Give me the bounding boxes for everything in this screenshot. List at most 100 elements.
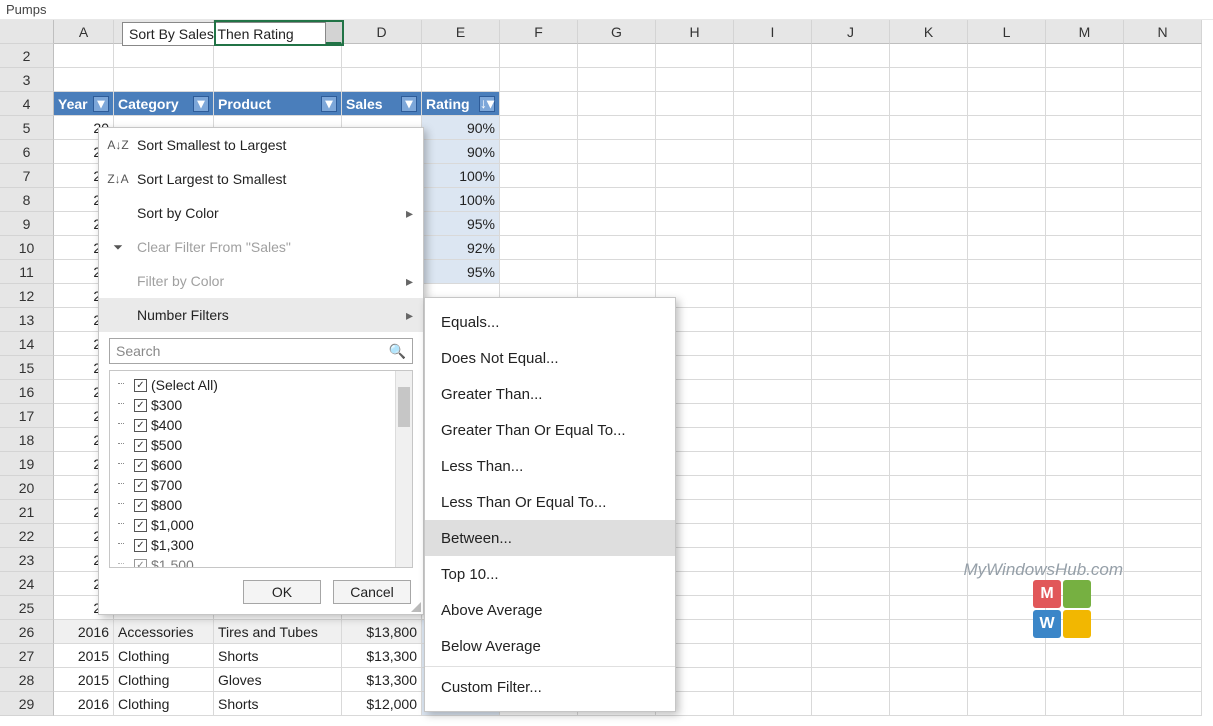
less-than-eq-item[interactable]: Less Than Or Equal To... xyxy=(425,484,675,520)
row-header[interactable]: 4 xyxy=(0,92,54,116)
col-header-N[interactable]: N xyxy=(1124,20,1202,44)
col-header-J[interactable]: J xyxy=(812,20,890,44)
checkbox-icon[interactable]: ✓ xyxy=(134,379,147,392)
row-header[interactable]: 29 xyxy=(0,692,54,716)
row-header[interactable]: 25 xyxy=(0,596,54,620)
autofilter-menu[interactable]: A↓Z Sort Smallest to Largest Z↓A Sort La… xyxy=(98,127,424,615)
row-header[interactable]: 21 xyxy=(0,500,54,524)
sort-ascending-item[interactable]: A↓Z Sort Smallest to Largest xyxy=(99,128,423,162)
checkbox-icon[interactable]: ✓ xyxy=(134,419,147,432)
row-header[interactable]: 14 xyxy=(0,332,54,356)
row-header[interactable]: 26 xyxy=(0,620,54,644)
checkbox-icon[interactable]: ✓ xyxy=(134,399,147,412)
equals-item[interactable]: Equals... xyxy=(425,304,675,340)
filter-value-item[interactable]: ✓$1,000 xyxy=(118,515,408,535)
cell[interactable] xyxy=(214,44,342,68)
filter-value-item[interactable]: ✓$1,300 xyxy=(118,535,408,555)
above-average-item[interactable]: Above Average xyxy=(425,592,675,628)
filter-dropdown-icon[interactable]: ▾ xyxy=(93,96,109,112)
values-scrollbar[interactable] xyxy=(395,371,412,567)
sort-descending-item[interactable]: Z↓A Sort Largest to Smallest xyxy=(99,162,423,196)
filter-value-item[interactable]: ✓$600 xyxy=(118,455,408,475)
number-filters-submenu[interactable]: Equals... Does Not Equal... Greater Than… xyxy=(424,297,676,712)
header-category[interactable]: Category▾ xyxy=(114,92,214,116)
row-header[interactable]: 28 xyxy=(0,668,54,692)
header-product[interactable]: Product▾ xyxy=(214,92,342,116)
checkbox-icon[interactable]: ✓ xyxy=(134,459,147,472)
cell[interactable] xyxy=(54,44,114,68)
ok-button[interactable]: OK xyxy=(243,580,321,604)
filter-value-item[interactable]: ✓(Select All) xyxy=(118,375,408,395)
col-header-D[interactable]: D xyxy=(342,20,422,44)
row-header[interactable]: 8 xyxy=(0,188,54,212)
header-sales[interactable]: Sales▾ xyxy=(342,92,422,116)
filter-value-item[interactable]: ✓$700 xyxy=(118,475,408,495)
row-header[interactable]: 2 xyxy=(0,44,54,68)
row-header[interactable]: 20 xyxy=(0,476,54,500)
checkbox-icon[interactable]: ✓ xyxy=(134,499,147,512)
not-equal-item[interactable]: Does Not Equal... xyxy=(425,340,675,376)
row-header[interactable]: 17 xyxy=(0,404,54,428)
between-item[interactable]: Between... xyxy=(425,520,675,556)
filter-dropdown-icon[interactable]: ▾ xyxy=(401,96,417,112)
cancel-button[interactable]: Cancel xyxy=(333,580,411,604)
cell-rating[interactable]: 90% xyxy=(422,116,500,140)
col-header-M[interactable]: M xyxy=(1046,20,1124,44)
below-average-item[interactable]: Below Average xyxy=(425,628,675,664)
row-header[interactable]: 3 xyxy=(0,68,54,92)
filter-value-item[interactable]: ✓$400 xyxy=(118,415,408,435)
row-header[interactable]: 24 xyxy=(0,572,54,596)
filter-value-item[interactable]: ✓$800 xyxy=(118,495,408,515)
row-header[interactable]: 5 xyxy=(0,116,54,140)
col-header-F[interactable]: F xyxy=(500,20,578,44)
filter-search-input[interactable]: Search 🔍 xyxy=(109,338,413,364)
resize-grip-icon[interactable] xyxy=(411,602,421,612)
row-header[interactable]: 19 xyxy=(0,452,54,476)
cell[interactable] xyxy=(342,44,422,68)
checkbox-icon[interactable]: ✓ xyxy=(134,519,147,532)
filter-value-item[interactable]: ✓$1,500 xyxy=(118,555,408,568)
col-header-H[interactable]: H xyxy=(656,20,734,44)
less-than-item[interactable]: Less Than... xyxy=(425,448,675,484)
filter-dropdown-icon[interactable]: ▾ xyxy=(193,96,209,112)
row-header[interactable]: 13 xyxy=(0,308,54,332)
row-header[interactable]: 23 xyxy=(0,548,54,572)
row-header[interactable]: 11 xyxy=(0,260,54,284)
row-header[interactable]: 9 xyxy=(0,212,54,236)
greater-than-eq-item[interactable]: Greater Than Or Equal To... xyxy=(425,412,675,448)
row-header[interactable]: 6 xyxy=(0,140,54,164)
header-year[interactable]: Year▾ xyxy=(54,92,114,116)
cell[interactable] xyxy=(114,44,214,68)
row-header[interactable]: 10 xyxy=(0,236,54,260)
col-header-E[interactable]: E xyxy=(422,20,500,44)
sort-button-cell[interactable]: Sort By Sales Then Rating xyxy=(122,22,326,46)
row-header[interactable]: 16 xyxy=(0,380,54,404)
custom-filter-item[interactable]: Custom Filter... xyxy=(425,669,675,705)
checkbox-icon[interactable]: ✓ xyxy=(134,539,147,552)
col-header-I[interactable]: I xyxy=(734,20,812,44)
number-filters-item[interactable]: Number Filters ▸ xyxy=(99,298,423,332)
row-header[interactable]: 18 xyxy=(0,428,54,452)
row-header[interactable]: 22 xyxy=(0,524,54,548)
filter-values-list[interactable]: ✓(Select All) ✓$300 ✓$400 ✓$500 ✓$600 ✓$… xyxy=(109,370,413,568)
row-header[interactable]: 12 xyxy=(0,284,54,308)
filter-dropdown-icon[interactable]: ↓▾ xyxy=(479,96,495,112)
row-header[interactable]: 27 xyxy=(0,644,54,668)
top-10-item[interactable]: Top 10... xyxy=(425,556,675,592)
scrollbar-thumb[interactable] xyxy=(398,387,410,427)
col-header-A[interactable]: A xyxy=(54,20,114,44)
filter-value-item[interactable]: ✓$300 xyxy=(118,395,408,415)
select-all-corner[interactable] xyxy=(0,20,54,44)
filter-value-item[interactable]: ✓$500 xyxy=(118,435,408,455)
row-header[interactable]: 7 xyxy=(0,164,54,188)
col-header-L[interactable]: L xyxy=(968,20,1046,44)
greater-than-item[interactable]: Greater Than... xyxy=(425,376,675,412)
row-header[interactable]: 15 xyxy=(0,356,54,380)
checkbox-icon[interactable]: ✓ xyxy=(134,479,147,492)
header-rating[interactable]: Rating↓▾ xyxy=(422,92,500,116)
sort-by-color-item[interactable]: Sort by Color ▸ xyxy=(99,196,423,230)
col-header-G[interactable]: G xyxy=(578,20,656,44)
cell[interactable] xyxy=(422,44,500,68)
filter-dropdown-icon[interactable]: ▾ xyxy=(321,96,337,112)
checkbox-icon[interactable]: ✓ xyxy=(134,559,147,569)
